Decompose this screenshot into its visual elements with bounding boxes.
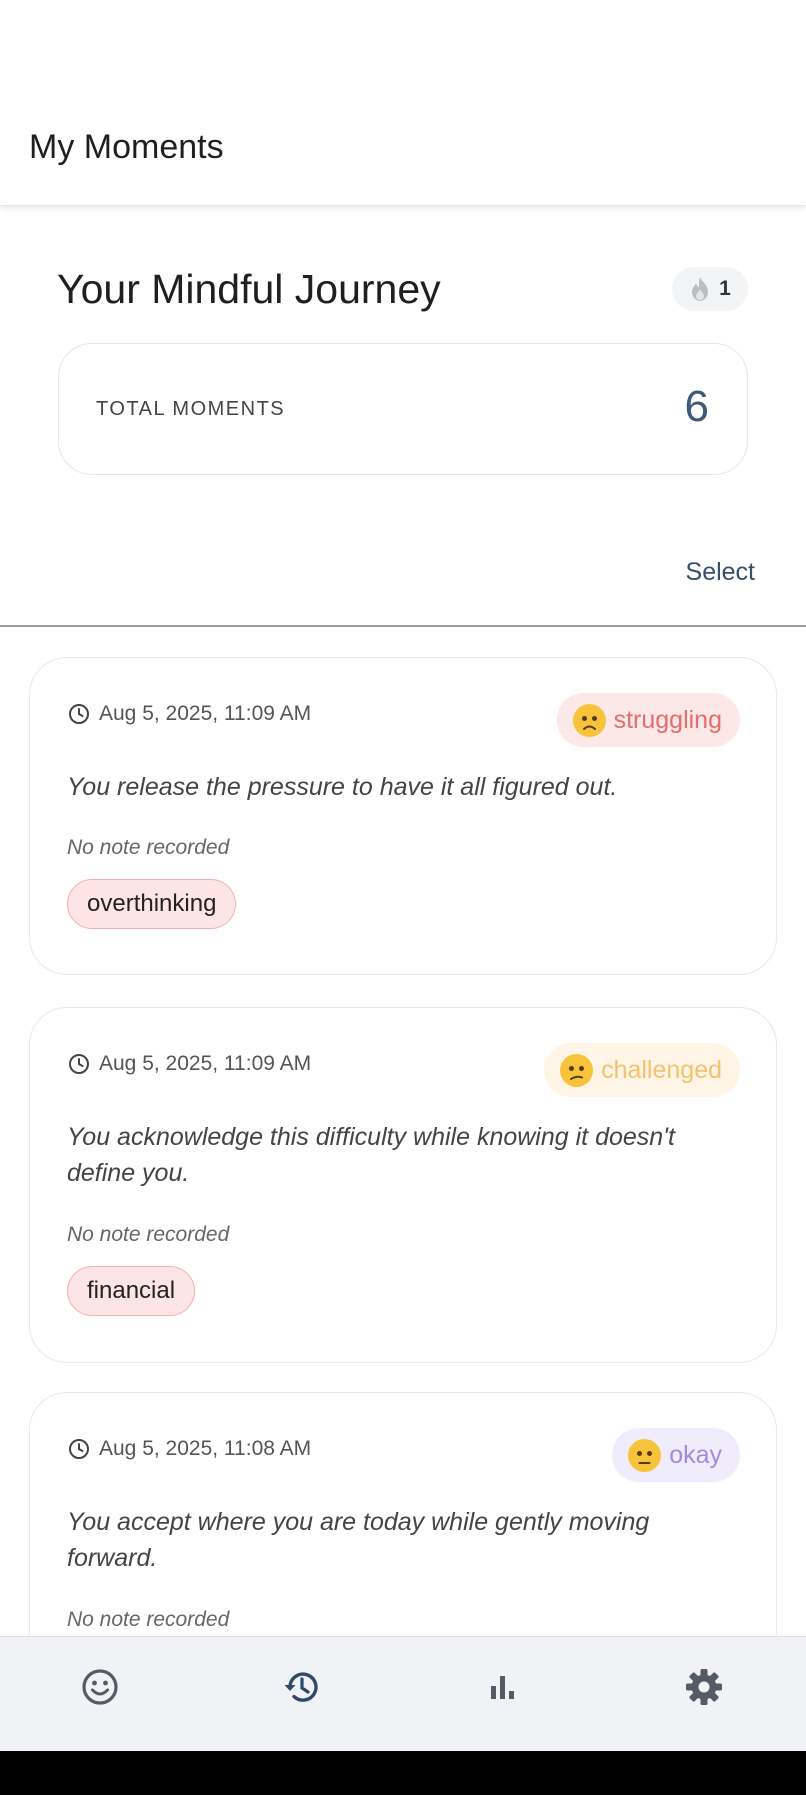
mood-label: okay (669, 1440, 722, 1469)
note-text: No note recorded (67, 1223, 230, 1246)
timestamp-row: Aug 5, 2025, 11:09 AM (67, 702, 311, 726)
mood-badge: struggling (556, 693, 740, 747)
streak-count: 1 (719, 277, 731, 300)
tag-chip[interactable]: financial (67, 1266, 196, 1316)
flame-icon (692, 277, 709, 301)
timestamp: Aug 5, 2025, 11:09 AM (99, 1052, 312, 1075)
moment-card[interactable]: Aug 5, 2025, 11:08 AM okay You accept wh… (29, 1392, 777, 1635)
mood-badge: challenged (544, 1043, 740, 1097)
clock-icon (69, 1439, 89, 1459)
clock-icon (69, 704, 89, 724)
select-button[interactable]: Select (686, 558, 755, 587)
clock-icon (69, 1054, 89, 1074)
disappointed-face-icon (572, 703, 606, 737)
nav-insights[interactable] (480, 1665, 524, 1709)
affirmation-text: You acknowledge this difficulty while kn… (67, 1123, 675, 1187)
system-nav-bar (0, 1751, 806, 1795)
app-header: My Moments (0, 0, 806, 206)
confused-face-icon (560, 1053, 594, 1087)
nav-mood[interactable] (78, 1665, 122, 1709)
timestamp: Aug 5, 2025, 11:08 AM (99, 1437, 312, 1460)
timestamp-row: Aug 5, 2025, 11:08 AM (67, 1437, 311, 1461)
nav-settings[interactable] (682, 1665, 726, 1709)
moment-card[interactable]: Aug 5, 2025, 11:09 AM struggling You rel… (29, 657, 777, 975)
history-icon (284, 1672, 318, 1702)
timestamp: Aug 5, 2025, 11:09 AM (99, 702, 312, 725)
mood-badge: okay (612, 1428, 740, 1482)
mood-label: struggling (613, 705, 722, 734)
journey-title: Your Mindful Journey (57, 266, 441, 312)
nav-history[interactable] (279, 1665, 323, 1709)
smiley-icon (82, 1669, 118, 1705)
bottom-nav (0, 1636, 806, 1751)
mood-label: challenged (601, 1055, 722, 1084)
page-title: My Moments (29, 128, 224, 166)
streak-badge: 1 (672, 267, 748, 311)
total-moments-card: TOTAL MOMENTS 6 (58, 343, 748, 475)
moment-list[interactable]: Aug 5, 2025, 11:09 AM struggling You rel… (0, 627, 806, 1635)
note-text: No note recorded (67, 1608, 230, 1631)
affirmation-text: You accept where you are today while gen… (67, 1508, 650, 1572)
moment-card[interactable]: Aug 5, 2025, 11:09 AM challenged You ack… (29, 1007, 777, 1363)
bar-chart-icon (491, 1676, 514, 1699)
timestamp-row: Aug 5, 2025, 11:09 AM (67, 1052, 311, 1076)
affirmation-text: You release the pressure to have it all … (67, 773, 618, 801)
note-text: No note recorded (67, 836, 230, 859)
tag-chip[interactable]: overthinking (67, 879, 237, 929)
settings-gear-icon (686, 1669, 722, 1705)
neutral-face-icon (628, 1438, 662, 1472)
total-moments-value: 6 (684, 382, 709, 431)
total-moments-label: TOTAL MOMENTS (96, 398, 286, 420)
